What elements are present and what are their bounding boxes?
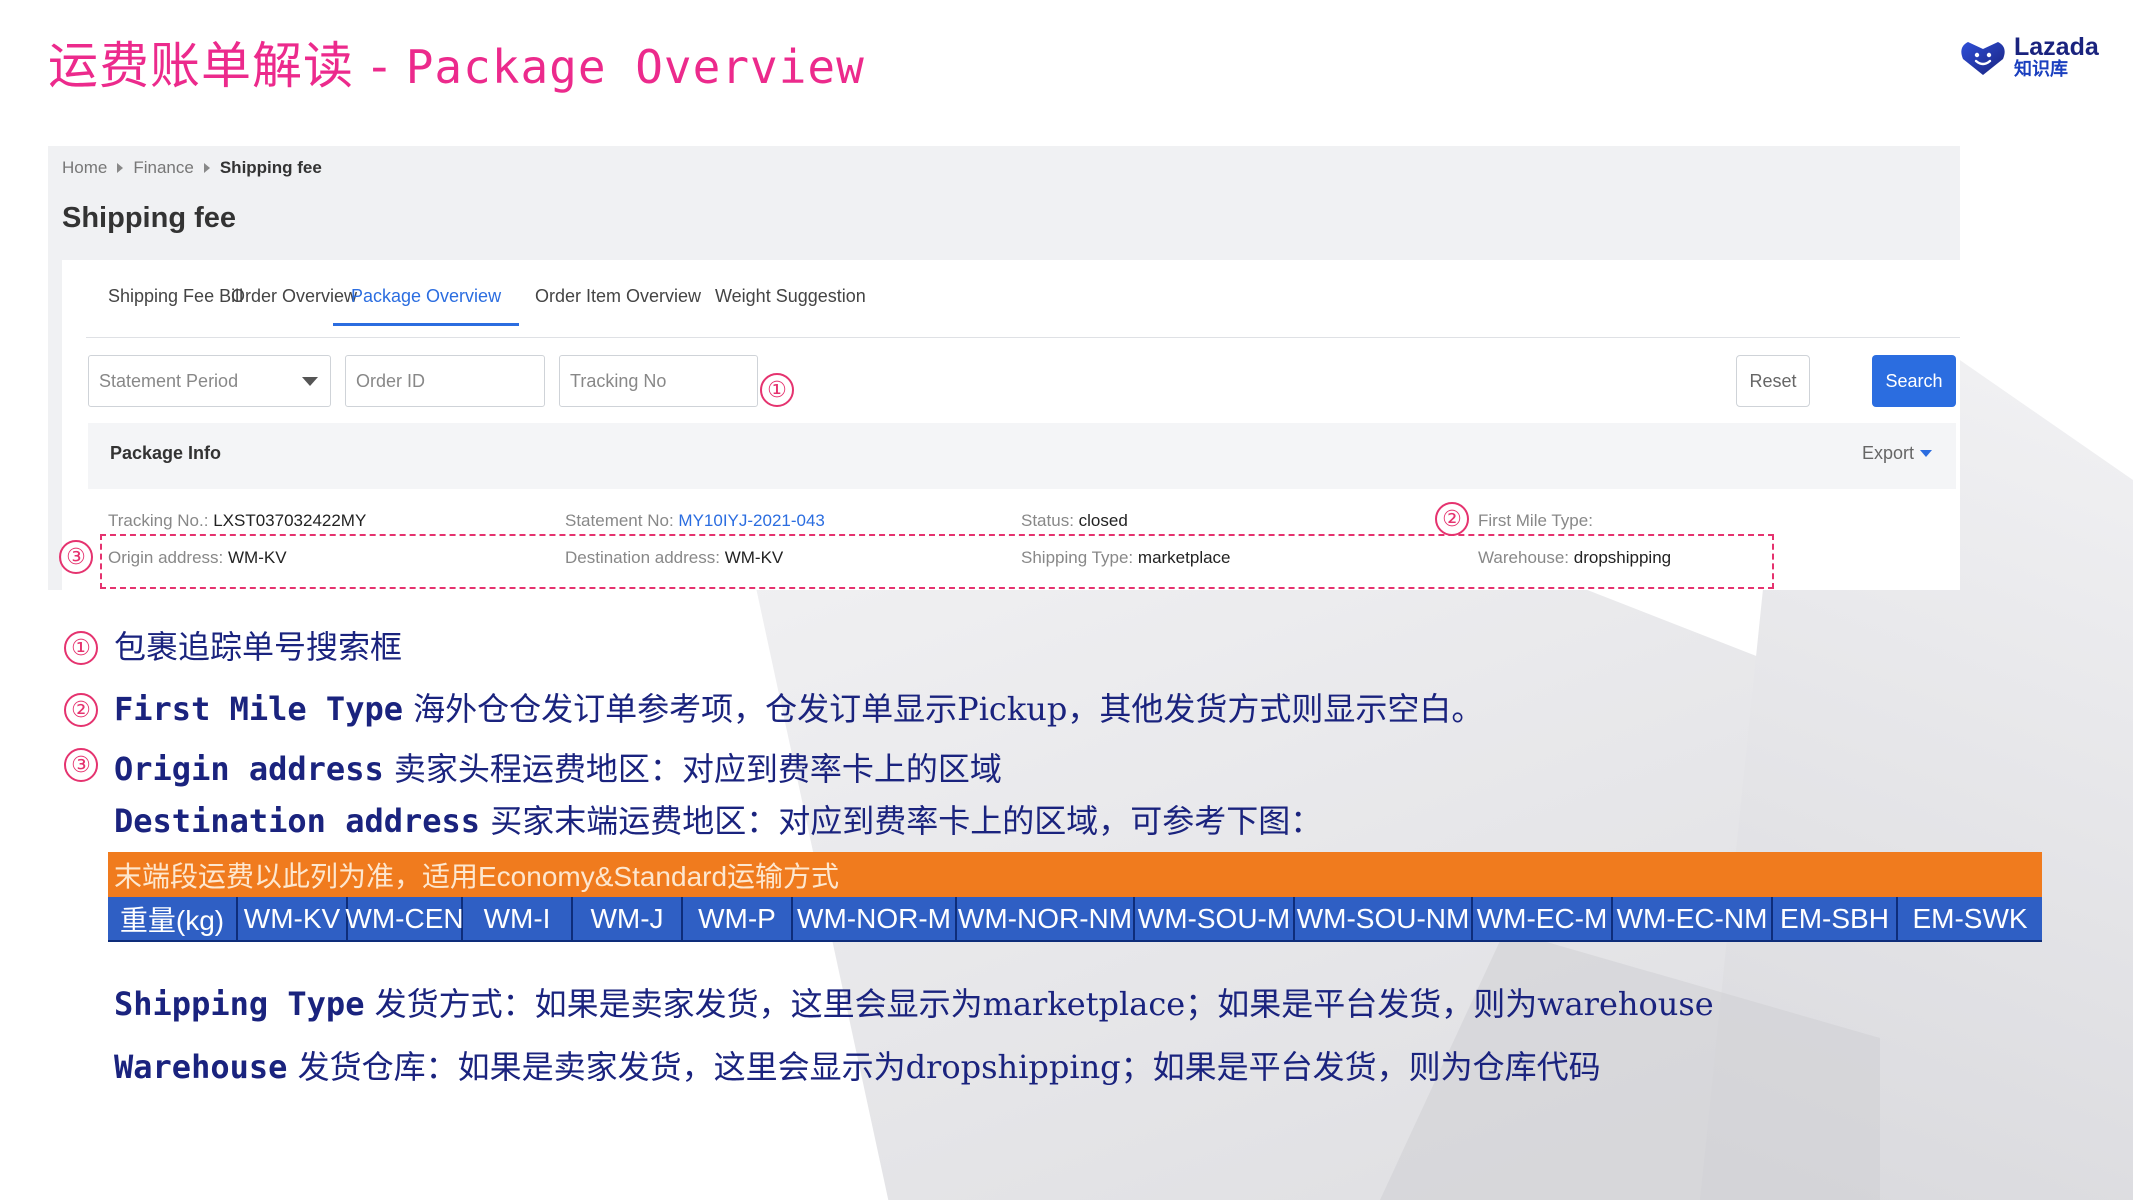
- tracking-no-placeholder: Tracking No: [570, 370, 667, 391]
- slide-title-cn: 运费账单解读 -: [48, 37, 406, 95]
- first-mile-type-info: First Mile Type:: [1478, 511, 1593, 531]
- info-value: LXST037032422MY: [213, 511, 367, 530]
- rate-column: 重量(kg): [108, 897, 238, 940]
- statement-period-placeholder: Statement Period: [99, 370, 239, 391]
- note-2: First Mile Type 海外仓仓发订单参考项，仓发订单显示Pickup，…: [114, 684, 1483, 730]
- brand-name: Lazada: [2014, 33, 2099, 61]
- rate-column: WM-P: [683, 897, 793, 940]
- reset-button[interactable]: Reset: [1736, 355, 1810, 407]
- info-key: Status:: [1021, 511, 1074, 530]
- note-6: Warehouse 发货仓库：如果是卖家发货，这里会显示为dropshippin…: [114, 1042, 1601, 1088]
- breadcrumb-home[interactable]: Home: [62, 158, 107, 178]
- rate-column: WM-J: [573, 897, 683, 940]
- export-dropdown[interactable]: Export: [1862, 443, 1932, 464]
- note-5-key: Shipping Type: [114, 985, 365, 1023]
- info-key: Tracking No.:: [108, 511, 209, 530]
- tab-package-overview[interactable]: Package Overview: [333, 286, 520, 326]
- rate-column: WM-NOR-M: [793, 897, 957, 940]
- rate-column: EM-SBH: [1773, 897, 1898, 940]
- rate-column: WM-SOU-M: [1135, 897, 1295, 940]
- order-id-input[interactable]: Order ID: [345, 355, 545, 407]
- tab-bar: Shipping Fee Bill Order Overview Package…: [86, 260, 1960, 338]
- statement-period-select[interactable]: Statement Period: [88, 355, 331, 407]
- tracking-no-input[interactable]: Tracking No: [559, 355, 758, 407]
- note-3-key: Origin address: [114, 750, 384, 788]
- note-2-text: 海外仓仓发订单参考项，仓发订单显示Pickup，其他发货方式则显示空白。: [413, 690, 1484, 728]
- package-info-title: Package Info: [110, 443, 222, 463]
- rate-card-columns: 重量(kg) WM-KV WM-CEN WM-I WM-J WM-P WM-NO…: [108, 897, 2042, 942]
- note-marker-3: ③: [64, 748, 98, 782]
- note-5-text: 发货方式：如果是卖家发货，这里会显示为marketplace；如果是平台发货，则…: [374, 985, 1714, 1023]
- marker-2: ②: [1435, 502, 1469, 536]
- rate-column: WM-EC-M: [1473, 897, 1613, 940]
- tab-order-item-overview[interactable]: Order Item Overview: [535, 286, 701, 323]
- info-key: First Mile Type:: [1478, 511, 1593, 530]
- breadcrumb-current: Shipping fee: [219, 158, 322, 177]
- note-4: Destination address 买家末端运费地区：对应到费率卡上的区域，…: [114, 796, 1322, 842]
- note-marker-1: ①: [64, 631, 98, 665]
- statement-no-info: Statement No: MY10IYJ-2021-043: [565, 511, 825, 531]
- rate-column: EM-SWK: [1912, 902, 2028, 934]
- rate-column: WM-EC-NM: [1613, 897, 1773, 940]
- package-info-header: Package Info Export: [88, 423, 1956, 489]
- note-3: Origin address 卖家头程运费地区：对应到费率卡上的区域: [114, 744, 1002, 790]
- note-4-text: 买家末端运费地区：对应到费率卡上的区域，可参考下图：: [490, 802, 1323, 840]
- rate-column: WM-I: [463, 897, 573, 940]
- marker-3: ③: [59, 540, 93, 574]
- note-6-text: 发货仓库：如果是卖家发货，这里会显示为dropshipping；如果是平台发货，…: [297, 1048, 1601, 1086]
- slide-title-en: Package Overview: [405, 40, 865, 94]
- breadcrumb-separator-icon: [203, 163, 210, 173]
- breadcrumb: Home Finance Shipping fee: [62, 158, 322, 178]
- rate-column: WM-SOU-NM: [1295, 897, 1473, 940]
- note-3-text: 卖家头程运费地区：对应到费率卡上的区域: [393, 750, 1002, 788]
- breadcrumb-finance[interactable]: Finance: [133, 158, 193, 178]
- marker-1: ①: [760, 373, 794, 407]
- statement-no-link[interactable]: MY10IYJ-2021-043: [678, 511, 824, 530]
- rate-card-header: 末端段运费以此列为准，适用Economy&Standard运输方式: [108, 852, 2042, 897]
- tab-shipping-fee-bill[interactable]: Shipping Fee Bill: [108, 286, 243, 323]
- slide-title: 运费账单解读 - Package Overview: [48, 26, 865, 98]
- order-id-placeholder: Order ID: [356, 370, 426, 391]
- lazada-logo: Lazada 知识库: [1960, 34, 2099, 79]
- info-value: closed: [1078, 511, 1128, 530]
- breadcrumb-separator-icon: [117, 163, 124, 173]
- lazada-heart-icon: [1961, 41, 2005, 75]
- brand-sub: 知识库: [2014, 59, 2068, 80]
- note-1-text: 包裹追踪单号搜索框: [114, 628, 403, 666]
- search-button[interactable]: Search: [1872, 355, 1956, 407]
- export-label: Export: [1861, 443, 1914, 463]
- chevron-down-icon: [302, 377, 318, 386]
- tracking-no-info: Tracking No.: LXST037032422MY: [108, 511, 366, 531]
- tab-weight-suggestion[interactable]: Weight Suggestion: [715, 286, 866, 323]
- rate-column: WM-NOR-NM: [957, 897, 1135, 940]
- rate-column: WM-CEN: [345, 897, 464, 940]
- note-marker-2: ②: [64, 693, 98, 727]
- note-4-key: Destination address: [114, 802, 481, 840]
- caret-down-icon: [1920, 450, 1932, 457]
- note-2-key: First Mile Type: [114, 690, 403, 728]
- info-key: Statement No:: [565, 511, 674, 530]
- note-6-key: Warehouse: [114, 1048, 288, 1086]
- note-5: Shipping Type 发货方式：如果是卖家发货，这里会显示为marketp…: [114, 979, 1714, 1025]
- note-1: 包裹追踪单号搜索框: [114, 622, 402, 668]
- page-title: Shipping fee: [62, 202, 236, 234]
- highlight-box: [100, 534, 1774, 589]
- status-info: Status: closed: [1021, 511, 1128, 531]
- rate-column: WM-KV: [238, 897, 348, 940]
